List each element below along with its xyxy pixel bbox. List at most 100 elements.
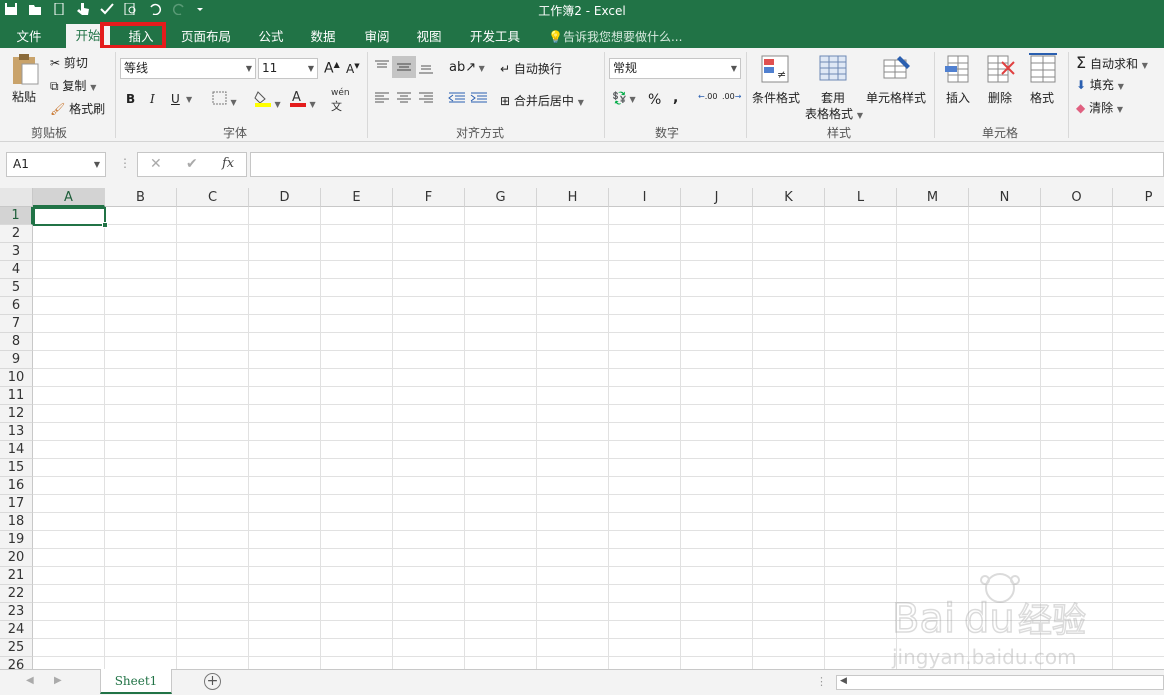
row-header-13[interactable]: 13 <box>0 423 33 441</box>
table-format-button[interactable]: 表格格式 ▼ <box>805 105 863 122</box>
row-header-21[interactable]: 21 <box>0 567 33 585</box>
column-header-k[interactable]: K <box>753 188 825 207</box>
align-left-button[interactable] <box>374 92 390 107</box>
font-size-combo[interactable]: 11 ▼ <box>258 58 318 79</box>
name-box[interactable]: A1 ▼ <box>6 152 106 177</box>
column-header-j[interactable]: J <box>681 188 753 207</box>
row-header-17[interactable]: 17 <box>0 495 33 513</box>
row-header-26[interactable]: 26 <box>0 657 33 669</box>
column-header-p[interactable]: P <box>1113 188 1164 207</box>
tab-3[interactable]: 页面布局 <box>176 26 236 48</box>
shrink-font-button[interactable]: A▼ <box>346 62 360 76</box>
copy-button[interactable]: ⧉ 复制 ▼ <box>50 77 96 94</box>
row-header-15[interactable]: 15 <box>0 459 33 477</box>
font-name-combo[interactable]: 等线 ▼ <box>120 58 256 79</box>
row-header-23[interactable]: 23 <box>0 603 33 621</box>
column-header-h[interactable]: H <box>537 188 609 207</box>
autosum-button[interactable]: Σ 自动求和 ▼ <box>1076 53 1148 72</box>
row-header-6[interactable]: 6 <box>0 297 33 315</box>
row-header-8[interactable]: 8 <box>0 333 33 351</box>
tab-6[interactable]: 审阅 <box>360 26 394 48</box>
cut-button[interactable]: ✂ 剪切 <box>50 54 88 71</box>
row-header-12[interactable]: 12 <box>0 405 33 423</box>
format-painter-button[interactable]: 🖌 格式刷 <box>50 100 105 117</box>
font-color-button[interactable]: A ▼ <box>289 89 316 110</box>
phonetic-button[interactable]: wén 文 <box>331 88 350 114</box>
tab-5[interactable]: 数据 <box>306 26 340 48</box>
column-header-a[interactable]: A <box>33 188 105 207</box>
align-right-button[interactable] <box>418 92 434 107</box>
insert-function-icon[interactable]: fx <box>222 156 234 171</box>
row-header-11[interactable]: 11 <box>0 387 33 405</box>
column-header-i[interactable]: I <box>609 188 681 207</box>
select-all-corner[interactable] <box>0 188 33 207</box>
tab-8[interactable]: 开发工具 <box>465 26 525 48</box>
row-header-22[interactable]: 22 <box>0 585 33 603</box>
underline-dropdown[interactable]: ▼ <box>186 95 192 104</box>
fill-color-button[interactable]: ▼ <box>254 89 281 110</box>
horizontal-scrollbar[interactable]: ◀ <box>836 675 1164 690</box>
percent-style-button[interactable]: % <box>648 92 661 108</box>
decrease-indent-button[interactable] <box>448 92 466 107</box>
row-header-3[interactable]: 3 <box>0 243 33 261</box>
tell-me-search[interactable]: 💡告诉我您想要做什么... <box>548 27 682 47</box>
conditional-format-button[interactable]: 条件格式 <box>752 89 800 106</box>
tab-4[interactable]: 公式 <box>254 26 288 48</box>
column-header-g[interactable]: G <box>465 188 537 207</box>
orientation-button[interactable]: ab↗ ▼ <box>449 60 485 75</box>
row-header-16[interactable]: 16 <box>0 477 33 495</box>
column-header-b[interactable]: B <box>105 188 177 207</box>
row-header-9[interactable]: 9 <box>0 351 33 369</box>
row-header-1[interactable]: 1 <box>0 207 33 225</box>
fill-handle[interactable] <box>102 222 108 228</box>
add-sheet-icon[interactable]: + <box>204 673 221 690</box>
row-header-7[interactable]: 7 <box>0 315 33 333</box>
column-header-o[interactable]: O <box>1041 188 1113 207</box>
row-header-2[interactable]: 2 <box>0 225 33 243</box>
cancel-icon[interactable]: ✕ <box>150 156 162 172</box>
column-header-c[interactable]: C <box>177 188 249 207</box>
enter-icon[interactable]: ✔ <box>186 156 198 172</box>
row-header-25[interactable]: 25 <box>0 639 33 657</box>
column-header-e[interactable]: E <box>321 188 393 207</box>
row-header-20[interactable]: 20 <box>0 549 33 567</box>
sheet-tab-sheet1[interactable]: Sheet1 <box>100 669 172 694</box>
top-align-button[interactable] <box>374 60 390 75</box>
active-cell-a1[interactable] <box>33 207 106 226</box>
format-cells-button[interactable]: 格式 <box>1030 89 1054 106</box>
fill-button[interactable]: ⬇ 填充 ▼ <box>1076 76 1124 93</box>
row-header-19[interactable]: 19 <box>0 531 33 549</box>
row-header-10[interactable]: 10 <box>0 369 33 387</box>
column-header-n[interactable]: N <box>969 188 1041 207</box>
row-header-4[interactable]: 4 <box>0 261 33 279</box>
increase-decimal-button[interactable]: ←.00 <box>698 92 717 101</box>
bottom-align-button[interactable] <box>418 62 434 77</box>
tab-0[interactable]: 文件 <box>14 26 44 48</box>
formula-input[interactable] <box>250 152 1164 177</box>
cell-styles-button[interactable]: 单元格样式 <box>866 89 926 106</box>
row-header-24[interactable]: 24 <box>0 621 33 639</box>
delete-cells-button[interactable]: 删除 <box>988 89 1012 106</box>
table-format-label-1[interactable]: 套用 <box>821 89 845 106</box>
row-header-18[interactable]: 18 <box>0 513 33 531</box>
paste-button[interactable] <box>10 54 40 89</box>
accounting-format-button[interactable]: 💱 ▼ <box>612 91 636 105</box>
clear-button[interactable]: ◆ 清除 ▼ <box>1076 99 1123 116</box>
row-header-14[interactable]: 14 <box>0 441 33 459</box>
scroll-left-icon[interactable]: ◀ <box>26 675 34 686</box>
underline-button[interactable]: U <box>171 92 180 106</box>
tab-7[interactable]: 视图 <box>412 26 446 48</box>
column-header-f[interactable]: F <box>393 188 465 207</box>
bold-button[interactable]: B <box>126 92 135 106</box>
insert-cells-button[interactable]: 插入 <box>946 89 970 106</box>
decrease-decimal-button[interactable]: .00→ <box>722 92 741 101</box>
wrap-text-button[interactable]: ↵ 自动换行 <box>500 60 562 77</box>
comma-style-button[interactable]: , <box>673 90 678 106</box>
scroll-right-icon[interactable]: ▶ <box>54 675 62 686</box>
number-format-combo[interactable]: 常规 ▼ <box>609 58 741 79</box>
column-header-m[interactable]: M <box>897 188 969 207</box>
middle-align-button[interactable] <box>392 56 416 78</box>
scroll-left-arrow-icon[interactable]: ◀ <box>840 676 847 686</box>
grow-font-button[interactable]: A▲ <box>324 60 340 77</box>
increase-indent-button[interactable] <box>470 92 488 107</box>
